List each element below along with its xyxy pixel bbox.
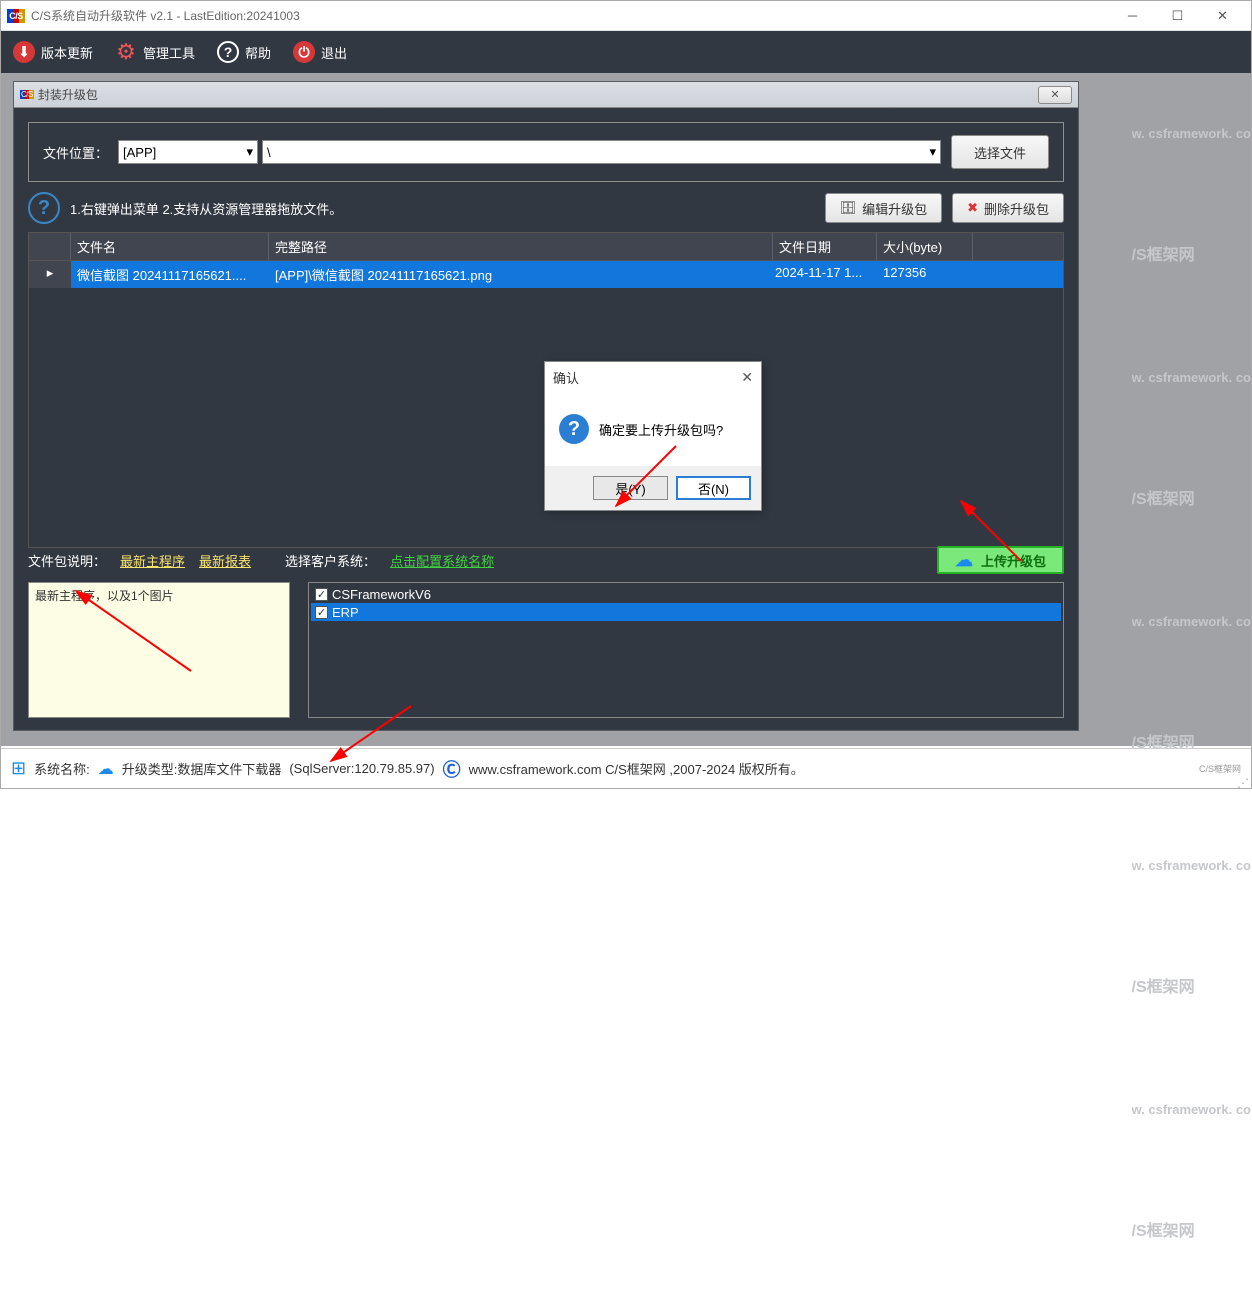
toolbar-exit[interactable]: ⏻ 退出 (293, 41, 347, 63)
package-window-close[interactable]: ✕ (1038, 86, 1072, 104)
bottom-panel: 文件包说明： 最新主程序 最新报表 选择客户系统： 点击配置系统名称 ☁上传升级… (28, 544, 1064, 718)
path-combobox[interactable]: \▾ (262, 140, 941, 164)
resize-grip-icon[interactable]: ⋰ (1237, 780, 1249, 786)
minimize-button[interactable]: ─ (1110, 2, 1155, 30)
dialog-no-button[interactable]: 否(N) (676, 476, 751, 500)
link-latest-main[interactable]: 最新主程序 (120, 551, 185, 570)
toolbar-update[interactable]: ⬇ 版本更新 (13, 41, 93, 63)
exit-icon: ⏻ (293, 41, 315, 63)
upload-package-button[interactable]: ☁上传升级包 (937, 546, 1064, 574)
toolbar-exit-label: 退出 (321, 43, 347, 62)
watermark: w. csframework. co/S框架网 w. csframework. … (1132, 73, 1251, 1293)
hint-text: 1.右键弹出菜单 2.支持从资源管理器拖放文件。 (70, 199, 815, 218)
grid-header-size[interactable]: 大小(byte) (877, 233, 973, 260)
dialog-close-button[interactable]: ✕ (741, 369, 753, 386)
dialog-yes-button[interactable]: 是(Y) (593, 476, 668, 500)
cell-path: [APP]\微信截图 20241117165621.png (269, 261, 769, 288)
grid-row[interactable]: ▸ 微信截图 20241117165621.... [APP]\微信截图 202… (29, 261, 1063, 288)
select-system-label: 选择客户系统： (285, 551, 376, 570)
checkbox-icon[interactable]: ✓ (315, 606, 328, 619)
toolbar-help[interactable]: ? 帮助 (217, 41, 271, 63)
row-indicator-icon: ▸ (29, 261, 71, 288)
grid-header-name[interactable]: 文件名 (71, 233, 269, 260)
gear-icon: ⚙ (115, 41, 137, 63)
status-server: (SqlServer:120.79.85.97) (289, 761, 434, 776)
app-root-select[interactable]: [APP]▾ (118, 140, 258, 164)
confirm-dialog: 确认 ✕ ? 确定要上传升级包吗? 是(Y) 否(N) (544, 361, 762, 511)
grid-header: 文件名 完整路径 文件日期 大小(byte) (29, 233, 1063, 261)
desc-label: 文件包说明： (28, 551, 106, 570)
cell-date: 2024-11-17 1... (769, 261, 877, 288)
main-titlebar: C/S C/S系统自动升级软件 v2.1 - LastEdition:20241… (1, 1, 1251, 31)
brand-small-logo-icon: C/S框架网 (1199, 762, 1241, 775)
bottom-panel-header: 文件包说明： 最新主程序 最新报表 选择客户系统： 点击配置系统名称 ☁上传升级… (28, 544, 1064, 576)
download-icon: ⬇ (13, 41, 35, 63)
file-location-bar: 文件位置： [APP]▾ \▾ 选择文件 (28, 122, 1064, 182)
delete-icon: ✖ (967, 200, 978, 216)
chevron-down-icon: ▾ (246, 144, 253, 160)
dialog-message: 确定要上传升级包吗? (599, 420, 723, 439)
grid-header-indicator (29, 233, 71, 260)
toolbar-manage[interactable]: ⚙ 管理工具 (115, 41, 195, 63)
chevron-down-icon: ▾ (929, 144, 936, 160)
status-bar: ⊞ 系统名称: ☁ 升级类型:数据库文件下载器 (SqlServer:120.7… (1, 748, 1251, 788)
cloud-icon: ☁ (98, 759, 114, 779)
system-list[interactable]: ✓CSFrameworkV6 ✓ERP (308, 582, 1064, 718)
package-window-title: 封装升级包 (38, 86, 1038, 103)
question-icon: ? (559, 414, 589, 444)
checkbox-icon[interactable]: ✓ (315, 588, 328, 601)
database-icon: 🗄 (840, 200, 857, 216)
toolbar-manage-label: 管理工具 (143, 43, 195, 62)
windows-logo-icon: ⊞ (11, 758, 26, 779)
app-logo-icon: C/S (20, 90, 34, 99)
toolbar-help-label: 帮助 (245, 43, 271, 62)
window-title: C/S系统自动升级软件 v2.1 - LastEdition:20241003 (31, 7, 1110, 24)
dialog-titlebar: 确认 ✕ (545, 362, 761, 392)
info-icon: ? (28, 192, 60, 224)
package-window-titlebar: C/S 封装升级包 ✕ (14, 82, 1078, 108)
link-latest-report[interactable]: 最新报表 (199, 551, 251, 570)
hint-row: ? 1.右键弹出菜单 2.支持从资源管理器拖放文件。 🗄编辑升级包 ✖删除升级包 (28, 192, 1064, 224)
file-location-label: 文件位置： (43, 143, 108, 162)
cell-filename: 微信截图 20241117165621.... (71, 261, 269, 288)
window-controls: ─ ☐ ✕ (1110, 2, 1245, 30)
configure-system-link[interactable]: 点击配置系统名称 (390, 551, 494, 570)
choose-file-button[interactable]: 选择文件 (951, 135, 1049, 169)
system-item[interactable]: ✓ERP (311, 603, 1061, 621)
app-logo-icon: C/S (7, 9, 25, 23)
cloud-upload-icon: ☁ (955, 550, 973, 571)
maximize-button[interactable]: ☐ (1155, 2, 1200, 30)
cell-size: 127356 (877, 261, 973, 288)
system-item[interactable]: ✓CSFrameworkV6 (311, 585, 1061, 603)
dialog-title: 确认 (553, 368, 579, 387)
grid-header-path[interactable]: 完整路径 (269, 233, 773, 260)
close-button[interactable]: ✕ (1200, 2, 1245, 30)
toolbar-update-label: 版本更新 (41, 43, 93, 62)
help-icon: ? (217, 41, 239, 63)
brand-logo-icon: Ⓒ (443, 756, 461, 782)
status-copyright: www.csframework.com C/S框架网 ,2007-2024 版权… (469, 759, 804, 778)
main-toolbar: ⬇ 版本更新 ⚙ 管理工具 ? 帮助 ⏻ 退出 (1, 31, 1251, 73)
description-textarea[interactable]: 最新主程序，以及1个图片 (28, 582, 290, 718)
status-system-label: 系统名称: (34, 759, 90, 778)
delete-package-button[interactable]: ✖删除升级包 (952, 193, 1064, 223)
edit-package-button[interactable]: 🗄编辑升级包 (825, 193, 943, 223)
grid-header-date[interactable]: 文件日期 (773, 233, 877, 260)
status-upgrade-type: 升级类型:数据库文件下载器 (122, 759, 282, 778)
